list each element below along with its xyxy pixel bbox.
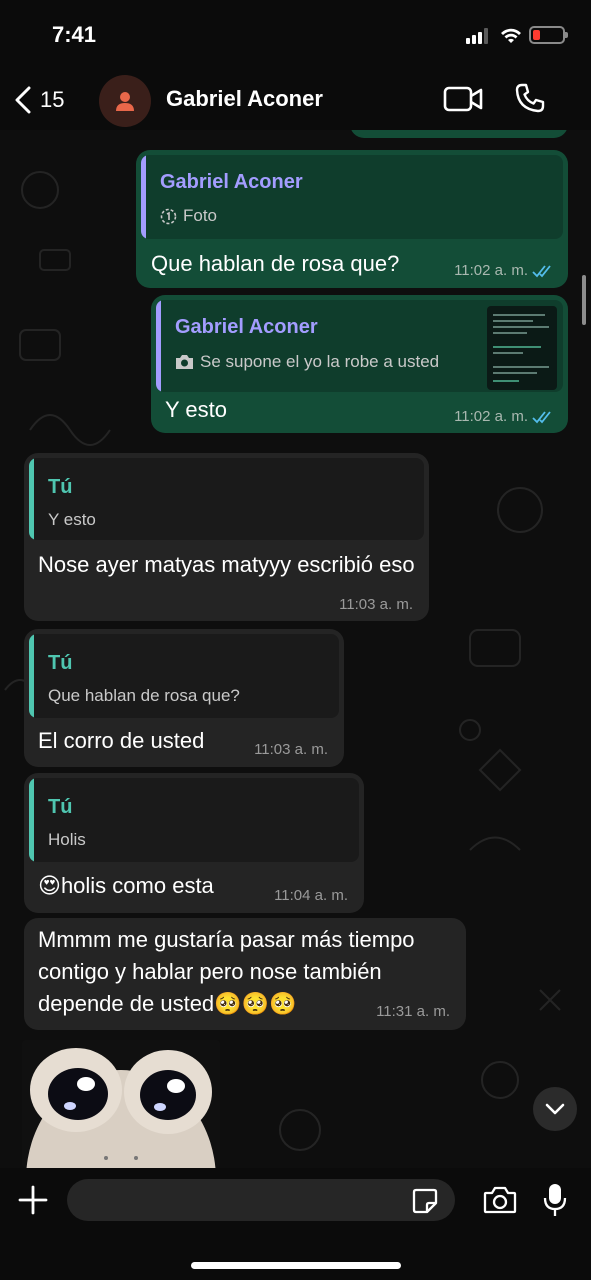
contact-avatar[interactable] [99,75,151,127]
quote-text: Y esto [48,510,96,529]
plush-sticker [22,1040,220,1168]
wifi-icon [501,28,521,43]
quote-author: Tú [48,476,73,498]
quoted-message[interactable]: Tú Y esto [29,458,424,540]
message-bubble[interactable]: Gabriel Aconer Foto Que hablan de rosa q… [136,150,568,288]
view-once-icon [160,208,177,224]
chevron-down-icon [545,1103,565,1115]
quote-text: Se supone el yo la robe a usted [200,352,440,371]
sticker-image[interactable] [22,1040,220,1168]
read-receipt-icon [532,264,551,277]
contact-name[interactable]: Gabriel Aconer [166,86,323,112]
cellular-signal-icon [466,28,492,44]
quote-text: Foto [183,206,218,225]
phone-call-icon[interactable] [514,82,546,114]
message-time: 11:03 a. m. [254,741,328,758]
read-receipt-icon [532,410,551,423]
scrollbar[interactable] [582,275,586,325]
message-time: 11:04 a. m. [274,887,348,904]
quote-author: Gabriel Aconer [160,171,303,193]
message-text: Nose ayer matyas matyyy escribió eso [38,552,415,577]
quoted-image-thumbnail [487,306,557,390]
chat-area[interactable]: Gabriel Aconer Foto Que hablan de rosa q… [0,130,591,1168]
back-button[interactable]: 15 [14,82,64,118]
message-time: 11:02 a. m. [454,408,528,425]
composer-bar [0,1168,591,1280]
scroll-to-bottom-button[interactable] [533,1087,577,1131]
message-text: Y esto [165,397,227,422]
message-text: El corro de usted [38,728,205,753]
quote-author: Tú [48,796,73,818]
message-bubble[interactable]: Gabriel Aconer Se supone el yo la robe a… [151,295,568,433]
message-text: holis como esta [60,873,214,898]
video-call-icon[interactable] [443,84,483,114]
quote-text: Que hablan de rosa que? [48,686,240,705]
quote-author: Gabriel Aconer [175,316,318,338]
quote-author: Tú [48,652,73,674]
camera-icon[interactable] [483,1185,517,1215]
person-icon [116,92,134,111]
microphone-icon[interactable] [542,1182,568,1218]
quote-text: Holis [48,830,86,849]
chevron-left-icon [15,86,31,114]
message-input[interactable] [67,1179,455,1221]
chat-header: 15 Gabriel Aconer [0,70,591,130]
message-bubble[interactable]: Tú Y esto Nose ayer matyas matyyy escrib… [24,453,429,621]
attach-plus-icon[interactable] [17,1184,49,1216]
quoted-message[interactable]: Tú Holis [29,778,359,862]
message-bubble-partial [350,130,568,138]
battery-icon [529,26,568,44]
message-bubble[interactable]: Tú Que hablan de rosa que? El corro de u… [24,629,344,767]
quoted-message[interactable]: Tú Que hablan de rosa que? [29,634,339,718]
message-bubble[interactable]: Tú Holis 😍 holis como esta 11:04 a. m. [24,773,364,913]
message-time: 11:02 a. m. [454,262,528,279]
status-time: 7:41 [52,22,97,47]
status-bar: 7:41 [0,0,591,70]
message-time: 11:03 a. m. [339,596,413,613]
quoted-message[interactable]: Gabriel Aconer Se supone el yo la robe a… [156,300,563,392]
camera-icon [176,355,193,369]
pleading-face-emoji: 🥺🥺🥺 [214,991,297,1016]
sticker-icon[interactable] [412,1188,438,1214]
home-indicator [191,1262,401,1269]
quoted-message[interactable]: Gabriel Aconer Foto [141,155,563,239]
heart-eyes-emoji: 😍 [38,873,61,898]
message-time: 11:31 a. m. [376,1003,450,1020]
unread-count: 15 [40,87,65,112]
message-text: Que hablan de rosa que? [151,251,400,276]
message-bubble[interactable]: Mmmm me gustaría pasar más tiempo contig… [24,918,466,1030]
